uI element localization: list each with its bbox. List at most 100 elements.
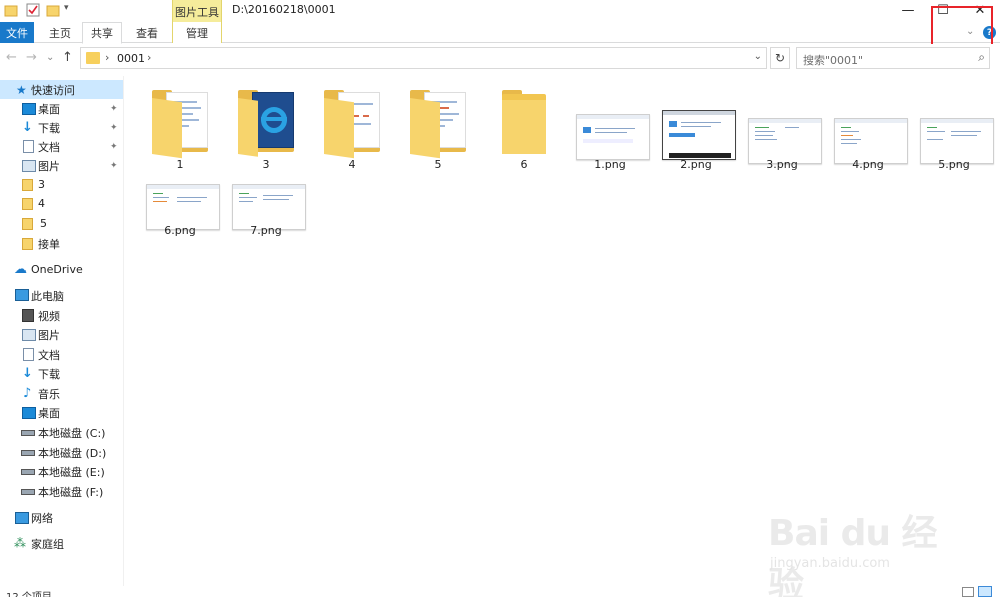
image-thumbnail (660, 84, 736, 160)
sidebar-item-pictures[interactable]: 图片 ✦ (0, 156, 123, 175)
address-bar[interactable]: › 0001 › ⌄ (80, 47, 767, 69)
sidebar-item-label: 文档 (38, 140, 60, 154)
sidebar-item-pc-pictures[interactable]: 图片 (0, 325, 123, 344)
tab-file[interactable]: 文件 (0, 22, 34, 43)
breadcrumb-separator[interactable]: › (105, 51, 109, 64)
tab-home[interactable]: 主页 (40, 22, 80, 43)
search-placeholder: 搜索"0001" (803, 54, 864, 67)
download-icon: ↓ (22, 366, 33, 381)
sidebar-item-label: 文档 (38, 348, 60, 362)
refresh-button[interactable]: ↻ (770, 47, 790, 69)
image-thumbnail (230, 150, 306, 230)
sidebar-item-pc-desktop[interactable]: 桌面 (0, 403, 123, 422)
baidu-jingyan-watermark: Bai du 经验 jingyan.baidu.com (768, 490, 958, 597)
video-icon (22, 309, 34, 322)
folder-icon (22, 238, 33, 250)
picture-tools-header: 图片工具 (172, 0, 222, 22)
file-name: 5.png (938, 158, 970, 171)
pin-icon[interactable]: ✦ (110, 104, 118, 114)
sidebar-item-label: 下载 (38, 367, 60, 381)
watermark-url: jingyan.baidu.com (770, 556, 890, 571)
details-view-icon[interactable] (962, 587, 974, 597)
address-dropdown-icon[interactable]: ⌄ (754, 51, 762, 62)
sidebar-item-this-pc[interactable]: 此电脑 (0, 286, 123, 305)
status-bar: 12 个项目 (0, 586, 1000, 597)
search-input[interactable]: 搜索"0001" ⌕ (796, 47, 990, 69)
up-icon[interactable]: ↑ (62, 50, 73, 65)
sidebar-item-drive-f[interactable]: 本地磁盘 (F:) (0, 482, 123, 501)
image-thumbnail (144, 150, 220, 230)
tab-view[interactable]: 查看 (126, 22, 168, 43)
drive-icon (21, 489, 35, 495)
minimize-button[interactable]: — (890, 0, 926, 20)
tab-manage[interactable]: 管理 (172, 22, 222, 43)
recent-locations-icon[interactable]: ⌄ (46, 52, 54, 63)
sidebar-item-downloads[interactable]: ↓ 下载 ✦ (0, 118, 123, 137)
sidebar-item-folder-3[interactable]: 3 (0, 175, 123, 194)
sidebar-item-onedrive[interactable]: ☁ OneDrive (0, 260, 123, 279)
sidebar-item-documents[interactable]: 文档 ✦ (0, 137, 123, 156)
new-folder-icon[interactable] (46, 3, 60, 17)
cloud-icon: ☁ (14, 262, 27, 277)
image-thumbnail (746, 84, 822, 164)
sidebar-item-quick-access[interactable]: ★ 快速访问 (0, 80, 123, 99)
sidebar-item-label: 本地磁盘 (E:) (38, 465, 105, 479)
pin-icon[interactable]: ✦ (110, 123, 118, 133)
file-item-png-4[interactable]: 4.png (826, 78, 910, 174)
file-name: 4.png (852, 158, 884, 171)
pin-icon[interactable]: ✦ (110, 161, 118, 171)
navigation-pane: ★ 快速访问 桌面 ✦ ↓ 下载 ✦ 文档 ✦ 图片 ✦ 3 4 5 接单 ☁ (0, 76, 124, 586)
file-item-png-7[interactable]: 7.png (224, 144, 308, 240)
file-item-folder-4[interactable]: 4 (310, 78, 394, 174)
sidebar-item-music[interactable]: ♪ 音乐 (0, 384, 123, 403)
file-name: 3.png (766, 158, 798, 171)
forward-icon[interactable]: → (26, 50, 37, 65)
search-icon[interactable]: ⌕ (978, 50, 985, 65)
sidebar-item-label: OneDrive (31, 263, 83, 276)
sidebar-item-drive-d[interactable]: 本地磁盘 (D:) (0, 443, 123, 462)
tab-share[interactable]: 共享 (82, 22, 122, 44)
window-title: D:\20160218\0001 (232, 3, 336, 16)
large-icons-view-icon[interactable] (978, 586, 992, 597)
sidebar-item-videos[interactable]: 视频 (0, 306, 123, 325)
sidebar-item-folder-jiedan[interactable]: 接单 (0, 234, 123, 253)
folder-icon (22, 179, 33, 191)
customize-toolbar-icon[interactable]: ▾ (64, 3, 78, 17)
sidebar-item-desktop[interactable]: 桌面 ✦ (0, 99, 123, 118)
folder-icon (22, 218, 33, 230)
drive-c-icon (21, 430, 35, 436)
sidebar-item-drive-e[interactable]: 本地磁盘 (E:) (0, 462, 123, 481)
file-item-png-2[interactable]: 2.png (654, 78, 738, 174)
address-row: ← → ⌄ ↑ › 0001 › ⌄ ↻ 搜索"0001" ⌕ (0, 44, 1000, 72)
breadcrumb-separator[interactable]: › (147, 51, 151, 64)
star-icon: ★ (16, 83, 27, 97)
pin-icon[interactable]: ✦ (110, 142, 118, 152)
sidebar-item-folder-5[interactable]: 5 (0, 214, 123, 233)
file-item-png-3[interactable]: 3.png (740, 78, 824, 174)
sidebar-item-label: 此电脑 (31, 289, 64, 303)
breadcrumb-0001[interactable]: 0001 (117, 52, 145, 65)
sidebar-item-pc-documents[interactable]: 文档 (0, 345, 123, 364)
properties-icon[interactable] (26, 3, 40, 17)
sidebar-item-network[interactable]: 网络 (0, 508, 123, 527)
back-icon[interactable]: ← (6, 50, 17, 65)
file-item-png-5[interactable]: 5.png (912, 78, 996, 174)
folder-icon (4, 3, 18, 17)
sidebar-item-label: 本地磁盘 (C:) (38, 426, 106, 440)
watermark-brand: Bai du 经验 (768, 513, 938, 597)
sidebar-item-pc-downloads[interactable]: ↓ 下载 (0, 364, 123, 383)
file-item-png-6[interactable]: 6.png (138, 144, 222, 240)
image-thumbnail (832, 84, 908, 164)
folder-icon (22, 198, 33, 210)
folder-icon (488, 84, 560, 156)
sidebar-item-label: 3 (38, 178, 45, 191)
sidebar-item-folder-4[interactable]: 4 (0, 194, 123, 213)
file-item-folder-5[interactable]: 5 (396, 78, 480, 174)
sidebar-item-drive-c[interactable]: 本地磁盘 (C:) (0, 423, 123, 442)
file-item-folder-6[interactable]: 6 (482, 78, 566, 174)
sidebar-item-homegroup[interactable]: ⁂ 家庭组 (0, 534, 123, 553)
network-icon (15, 512, 29, 524)
pictures-icon (22, 160, 36, 172)
sidebar-item-label: 本地磁盘 (D:) (38, 446, 107, 460)
file-item-png-1[interactable]: 1.png (568, 78, 652, 174)
